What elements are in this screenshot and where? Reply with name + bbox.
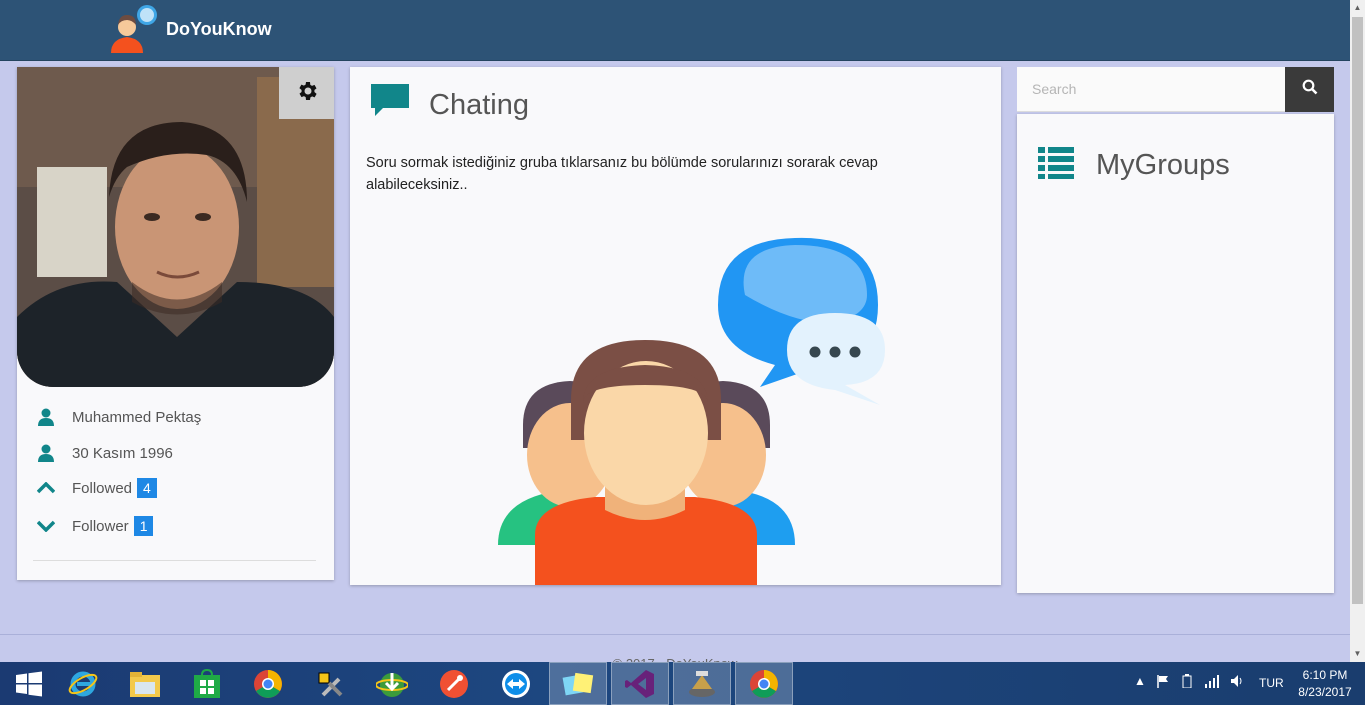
search-input[interactable] bbox=[1017, 67, 1285, 111]
chevron-up-icon bbox=[36, 478, 56, 498]
groups-title: MyGroups bbox=[1096, 149, 1230, 181]
followed-row[interactable]: Followed 4 bbox=[36, 476, 157, 500]
scroll-thumb[interactable] bbox=[1352, 17, 1363, 604]
sticky-notes-icon[interactable] bbox=[549, 662, 607, 705]
top-navbar: DoYouKnow bbox=[0, 0, 1350, 61]
list-icon bbox=[1038, 147, 1074, 184]
scroll-down-arrow-icon[interactable]: ▼ bbox=[1350, 646, 1365, 661]
input-language[interactable]: TUR bbox=[1259, 676, 1284, 690]
sql-server-icon[interactable] bbox=[673, 662, 731, 705]
settings-button[interactable] bbox=[279, 67, 334, 119]
divider bbox=[33, 560, 316, 561]
profile-card: Muhammed Pektaş 30 Kasım 1996 Followed 4… bbox=[17, 67, 334, 580]
groups-panel: MyGroups bbox=[1017, 114, 1334, 593]
app-title[interactable]: DoYouKnow bbox=[166, 19, 272, 40]
follower-label[interactable]: Follower bbox=[72, 518, 129, 535]
chat-description: Soru sormak istediğiniz gruba tıklarsanı… bbox=[366, 155, 878, 193]
gear-icon[interactable] bbox=[295, 79, 319, 108]
profile-birthdate: 30 Kasım 1996 bbox=[72, 444, 173, 462]
follower-count-badge: 1 bbox=[133, 516, 154, 536]
app-logo-icon[interactable] bbox=[107, 3, 159, 53]
profile-birthdate-row: 30 Kasım 1996 bbox=[36, 441, 173, 465]
followed-count-badge: 4 bbox=[137, 478, 157, 498]
tools-icon[interactable] bbox=[301, 662, 359, 705]
download-manager-icon[interactable] bbox=[363, 662, 421, 705]
chat-title: Chating bbox=[429, 89, 529, 121]
profile-name-row: Muhammed Pektaş bbox=[36, 405, 201, 429]
show-hidden-icons-icon[interactable]: ▲ bbox=[1134, 674, 1146, 688]
page-scrollbar[interactable]: ▲ ▼ bbox=[1350, 0, 1365, 662]
visual-studio-icon[interactable] bbox=[611, 662, 669, 705]
profile-name: Muhammed Pektaş bbox=[72, 408, 202, 426]
scroll-up-arrow-icon[interactable]: ▲ bbox=[1350, 0, 1365, 15]
internet-explorer-icon[interactable] bbox=[54, 662, 112, 705]
network-signal-icon[interactable] bbox=[1204, 674, 1220, 691]
chat-panel: Chating Soru sormak istediğiniz gruba tı… bbox=[350, 67, 1001, 585]
follower-row[interactable]: Follower 1 bbox=[36, 514, 154, 538]
git-icon[interactable] bbox=[425, 662, 483, 705]
chrome-icon[interactable] bbox=[239, 662, 297, 705]
user-icon bbox=[36, 407, 56, 427]
flag-icon[interactable] bbox=[1156, 674, 1170, 691]
search-icon[interactable] bbox=[1302, 79, 1318, 100]
teamviewer-icon[interactable] bbox=[487, 662, 545, 705]
user-icon bbox=[36, 443, 56, 463]
battery-icon[interactable] bbox=[1180, 674, 1194, 691]
chat-bubble-icon bbox=[371, 84, 409, 123]
windows-taskbar: ▲ TUR 6:10 PM 8/23/2017 bbox=[0, 662, 1365, 705]
followed-label[interactable]: Followed bbox=[72, 480, 132, 497]
chevron-down-icon bbox=[36, 516, 56, 536]
search-box bbox=[1017, 67, 1285, 112]
chat-illustration bbox=[495, 235, 895, 585]
footer-divider bbox=[0, 634, 1350, 635]
windows-start-icon[interactable] bbox=[0, 662, 58, 705]
clock-date: 8/23/2017 bbox=[1298, 685, 1352, 699]
system-clock[interactable]: 6:10 PM 8/23/2017 bbox=[1290, 667, 1360, 701]
volume-icon[interactable] bbox=[1230, 674, 1244, 691]
chrome-active-icon[interactable] bbox=[735, 662, 793, 705]
clock-time: 6:10 PM bbox=[1302, 668, 1348, 682]
file-explorer-icon[interactable] bbox=[116, 662, 174, 705]
windows-store-icon[interactable] bbox=[178, 662, 236, 705]
search-button[interactable] bbox=[1285, 67, 1334, 112]
